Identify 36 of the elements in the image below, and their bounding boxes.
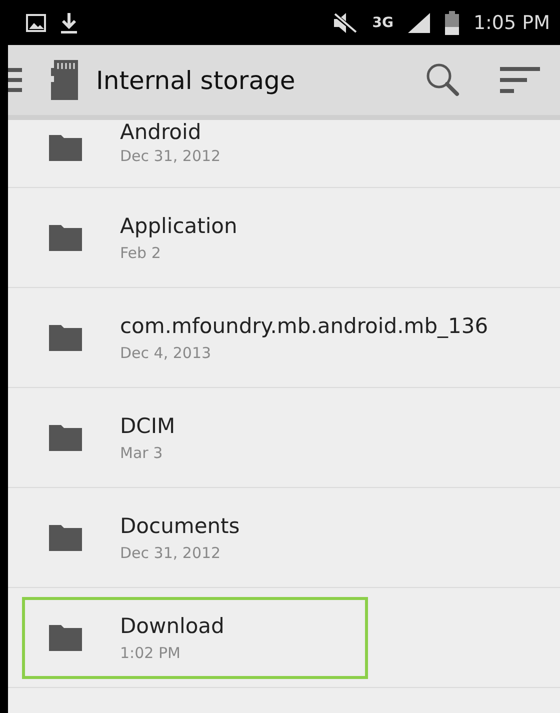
- folder-name: com.mfoundry.mb.android.mb_136: [120, 314, 488, 338]
- folder-name: DCIM: [120, 414, 176, 438]
- clock-time: 1:05 PM: [473, 12, 550, 34]
- download-icon: [60, 12, 78, 34]
- folder-icon: [49, 324, 82, 350]
- folder-date: Mar 3: [120, 444, 164, 462]
- folder-date: Dec 31, 2012: [120, 544, 222, 562]
- folder-name: Application: [120, 214, 238, 238]
- sort-icon[interactable]: [500, 65, 540, 95]
- folder-name: Download: [120, 614, 224, 638]
- folder-date: Dec 31, 2012: [120, 147, 221, 165]
- folder-name: Documents: [120, 514, 240, 538]
- folder-date: Dec 4, 2013: [120, 344, 212, 362]
- toolbar-title: Internal storage: [96, 66, 296, 94]
- mute-icon: [332, 12, 358, 34]
- battery-icon: [445, 10, 460, 34]
- folder-icon: [49, 424, 82, 450]
- folder-item[interactable]: Download 1:02 PM: [22, 596, 368, 678]
- sd-card-icon: [50, 60, 78, 100]
- folder-icon: [49, 624, 82, 650]
- folder-item[interactable]: DCIM Mar 3: [22, 396, 368, 478]
- folder-name: Android: [120, 123, 202, 141]
- signal-icon: [407, 12, 432, 34]
- folder-item[interactable]: Application Feb 2: [22, 196, 368, 278]
- folder-icon: [49, 524, 82, 550]
- menu-icon[interactable]: [8, 66, 22, 94]
- folder-date: 1:02 PM: [120, 644, 182, 662]
- image-icon: [26, 14, 46, 32]
- folder-item[interactable]: Documents Dec 31, 2012: [22, 496, 368, 578]
- search-icon[interactable]: [426, 63, 460, 97]
- folder-icon: [49, 135, 82, 161]
- folder-item[interactable]: com.mfoundry.mb.android.mb_136 Dec 4, 2013: [22, 296, 500, 378]
- folder-date: Feb 2: [120, 244, 162, 262]
- network-type: 3G: [372, 14, 394, 30]
- folder-icon: [49, 224, 82, 250]
- folder-item[interactable]: Android Dec 31, 2012: [22, 120, 368, 168]
